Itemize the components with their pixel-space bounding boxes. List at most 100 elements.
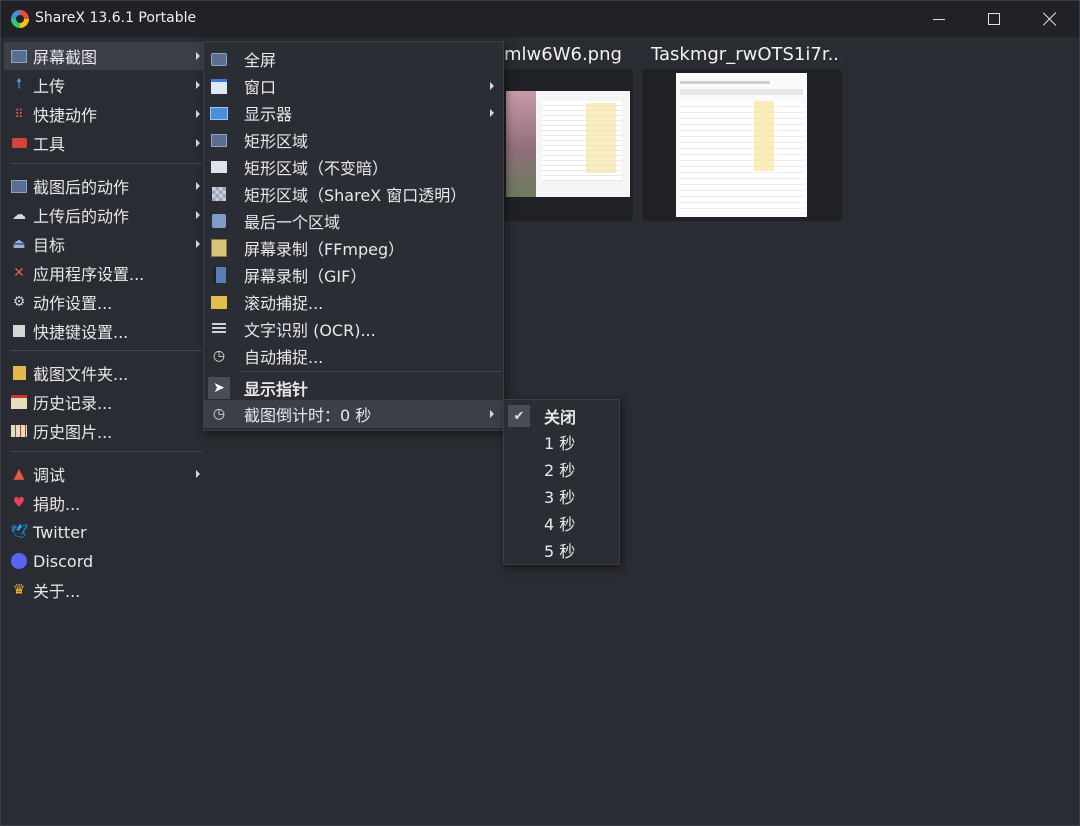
menu-item-hotkey-settings[interactable]: 快捷键设置... bbox=[4, 317, 204, 345]
menu-item-label: 工具 bbox=[33, 135, 66, 154]
upload-arrow-icon: 🠕 bbox=[15, 76, 22, 92]
menu-item-label: 关于... bbox=[33, 582, 81, 601]
menu-item-delay-3s[interactable]: 3 秒 bbox=[504, 482, 619, 510]
thumbnail-image bbox=[506, 91, 630, 197]
menu-item-label: 屏幕录制（FFmpeg） bbox=[244, 240, 405, 259]
monitor-icon bbox=[210, 104, 228, 122]
menu-item-about[interactable]: ♛ 关于... bbox=[4, 576, 204, 604]
menu-item-capture[interactable]: 屏幕截图 bbox=[4, 42, 204, 70]
record-gif-icon bbox=[210, 266, 228, 284]
menu-item-screenshot-delay[interactable]: ◷ 截图倒计时：0 秒 bbox=[204, 400, 503, 428]
menu-item-quick-actions[interactable]: ⠿ 快捷动作 bbox=[4, 100, 204, 128]
menu-item-twitter[interactable]: 🕊 Twitter bbox=[4, 518, 204, 546]
submenu-arrow-icon bbox=[196, 139, 200, 147]
submenu-arrow-icon bbox=[196, 182, 200, 190]
menu-item-delay-1s[interactable]: 1 秒 bbox=[504, 428, 619, 456]
submenu-arrow-icon bbox=[490, 109, 494, 117]
menu-item-app-settings[interactable]: ✕ 应用程序设置... bbox=[4, 259, 204, 287]
gear-icon: ⚙ bbox=[12, 294, 26, 310]
menu-item-upload[interactable]: 🠕 上传 bbox=[4, 71, 204, 99]
minimize-button[interactable] bbox=[916, 1, 962, 37]
menu-item-label: 快捷键设置... bbox=[33, 323, 129, 342]
menu-item-scrolling-capture[interactable]: 滚动捕捉... bbox=[204, 288, 503, 316]
maximize-button[interactable] bbox=[971, 1, 1017, 37]
fullscreen-icon bbox=[210, 50, 228, 68]
thumbnail-image bbox=[676, 73, 807, 217]
menu-item-delay-off[interactable]: ✔ 关闭 bbox=[504, 402, 619, 430]
menu-item-delay-5s[interactable]: 5 秒 bbox=[504, 536, 619, 564]
menu-item-label: 应用程序设置... bbox=[33, 265, 145, 284]
menu-item-label: 上传 bbox=[33, 77, 66, 96]
menu-item-window[interactable]: 窗口 bbox=[204, 72, 503, 100]
submenu-arrow-icon bbox=[196, 81, 200, 89]
menu-item-screen-recording-gif[interactable]: 屏幕录制（GIF） bbox=[204, 261, 503, 289]
menu-item-label: 截图倒计时：0 秒 bbox=[244, 406, 372, 425]
menu-item-label: 滚动捕捉... bbox=[244, 294, 324, 313]
submenu-arrow-icon bbox=[490, 82, 494, 90]
menu-item-label: 窗口 bbox=[244, 78, 277, 97]
menu-item-monitor[interactable]: 显示器 bbox=[204, 99, 503, 127]
wrench-icon: ✕ bbox=[13, 265, 25, 281]
menu-item-debug[interactable]: ▲ 调试 bbox=[4, 460, 204, 488]
window-title: ShareX 13.6.1 Portable bbox=[35, 10, 197, 26]
menu-item-label: 1 秒 bbox=[544, 434, 576, 453]
submenu-arrow-icon bbox=[196, 240, 200, 248]
scrolling-capture-icon bbox=[210, 293, 228, 311]
thumbnail-title[interactable]: mlw6W6.png bbox=[504, 44, 639, 65]
cloud-upload-icon: ☁ bbox=[12, 207, 26, 223]
title-bar[interactable]: ShareX 13.6.1 Portable bbox=[1, 1, 1079, 37]
history-icon bbox=[10, 393, 28, 411]
menu-item-label: 矩形区域 bbox=[244, 132, 309, 151]
keyboard-icon bbox=[10, 322, 28, 340]
heart-icon: ♥ bbox=[12, 495, 26, 511]
delay-submenu: ✔ 关闭 1 秒 2 秒 3 秒 4 秒 5 秒 bbox=[503, 399, 620, 565]
quick-actions-grid-icon: ⠿ bbox=[14, 107, 24, 121]
traffic-cone-icon: ▲ bbox=[13, 466, 25, 482]
menu-item-label: Discord bbox=[33, 551, 94, 571]
menu-item-task-settings[interactable]: ⚙ 动作设置... bbox=[4, 288, 204, 316]
menu-item-after-capture[interactable]: 截图后的动作 bbox=[4, 172, 204, 200]
menu-item-after-upload[interactable]: ☁ 上传后的动作 bbox=[4, 201, 204, 229]
region-transparent-icon bbox=[210, 185, 228, 203]
thumbnail-card[interactable] bbox=[642, 69, 842, 221]
window-icon bbox=[210, 77, 228, 95]
menu-item-last-region[interactable]: 最后一个区域 bbox=[204, 207, 503, 235]
menu-item-label: Twitter bbox=[33, 522, 87, 542]
menu-item-delay-2s[interactable]: 2 秒 bbox=[504, 455, 619, 483]
menu-item-label: 矩形区域（不变暗） bbox=[244, 159, 389, 178]
menu-item-label: 最后一个区域 bbox=[244, 213, 341, 232]
submenu-arrow-icon bbox=[196, 52, 200, 60]
menu-item-fullscreen[interactable]: 全屏 bbox=[204, 45, 503, 73]
menu-item-destinations[interactable]: ⏏ 目标 bbox=[4, 230, 204, 258]
menu-item-label: 快捷动作 bbox=[33, 106, 98, 125]
menu-item-ocr[interactable]: 文字识别 (OCR)... bbox=[204, 315, 503, 343]
menu-item-tools[interactable]: 工具 bbox=[4, 129, 204, 157]
thumbnail-card[interactable] bbox=[504, 69, 633, 221]
menu-item-region-light[interactable]: 矩形区域（不变暗） bbox=[204, 153, 503, 181]
menu-item-label: 历史图片... bbox=[33, 423, 113, 442]
menu-item-region[interactable]: 矩形区域 bbox=[204, 126, 503, 154]
menu-item-label: 历史记录... bbox=[33, 394, 113, 413]
menu-item-screen-recording-ffmpeg[interactable]: 屏幕录制（FFmpeg） bbox=[204, 234, 503, 262]
menu-item-label: 截图文件夹... bbox=[33, 365, 129, 384]
menu-item-delay-4s[interactable]: 4 秒 bbox=[504, 509, 619, 537]
menu-item-label: 全屏 bbox=[244, 51, 277, 70]
menu-separator bbox=[10, 163, 202, 164]
menu-item-donate[interactable]: ♥ 捐助... bbox=[4, 489, 204, 517]
menu-item-label: 截图后的动作 bbox=[33, 178, 130, 197]
thumbnail-title[interactable]: Taskmgr_rwOTS1i7r... bbox=[651, 44, 841, 65]
close-button[interactable] bbox=[1027, 1, 1073, 37]
menu-item-label: 矩形区域（ShareX 窗口透明） bbox=[244, 186, 467, 205]
menu-item-label: 文字识别 (OCR)... bbox=[244, 321, 376, 340]
menu-item-label: 2 秒 bbox=[544, 461, 576, 480]
menu-item-auto-capture[interactable]: ◷ 自动捕捉... bbox=[204, 342, 503, 370]
menu-item-region-transparent[interactable]: 矩形区域（ShareX 窗口透明） bbox=[204, 180, 503, 208]
menu-item-discord[interactable]: Discord bbox=[4, 547, 204, 575]
menu-item-show-cursor[interactable]: ➤ 显示指针 bbox=[204, 374, 503, 402]
record-video-icon bbox=[210, 239, 228, 257]
menu-item-image-history[interactable]: 历史图片... bbox=[4, 417, 204, 445]
twitter-bird-icon: 🕊 bbox=[10, 524, 28, 540]
menu-item-history[interactable]: 历史记录... bbox=[4, 388, 204, 416]
capture-submenu: 全屏 窗口 显示器 矩形区域 矩形区域（不变暗） 矩形区域（ShareX 窗口透… bbox=[203, 41, 504, 431]
menu-item-screenshots-folder[interactable]: 截图文件夹... bbox=[4, 359, 204, 387]
